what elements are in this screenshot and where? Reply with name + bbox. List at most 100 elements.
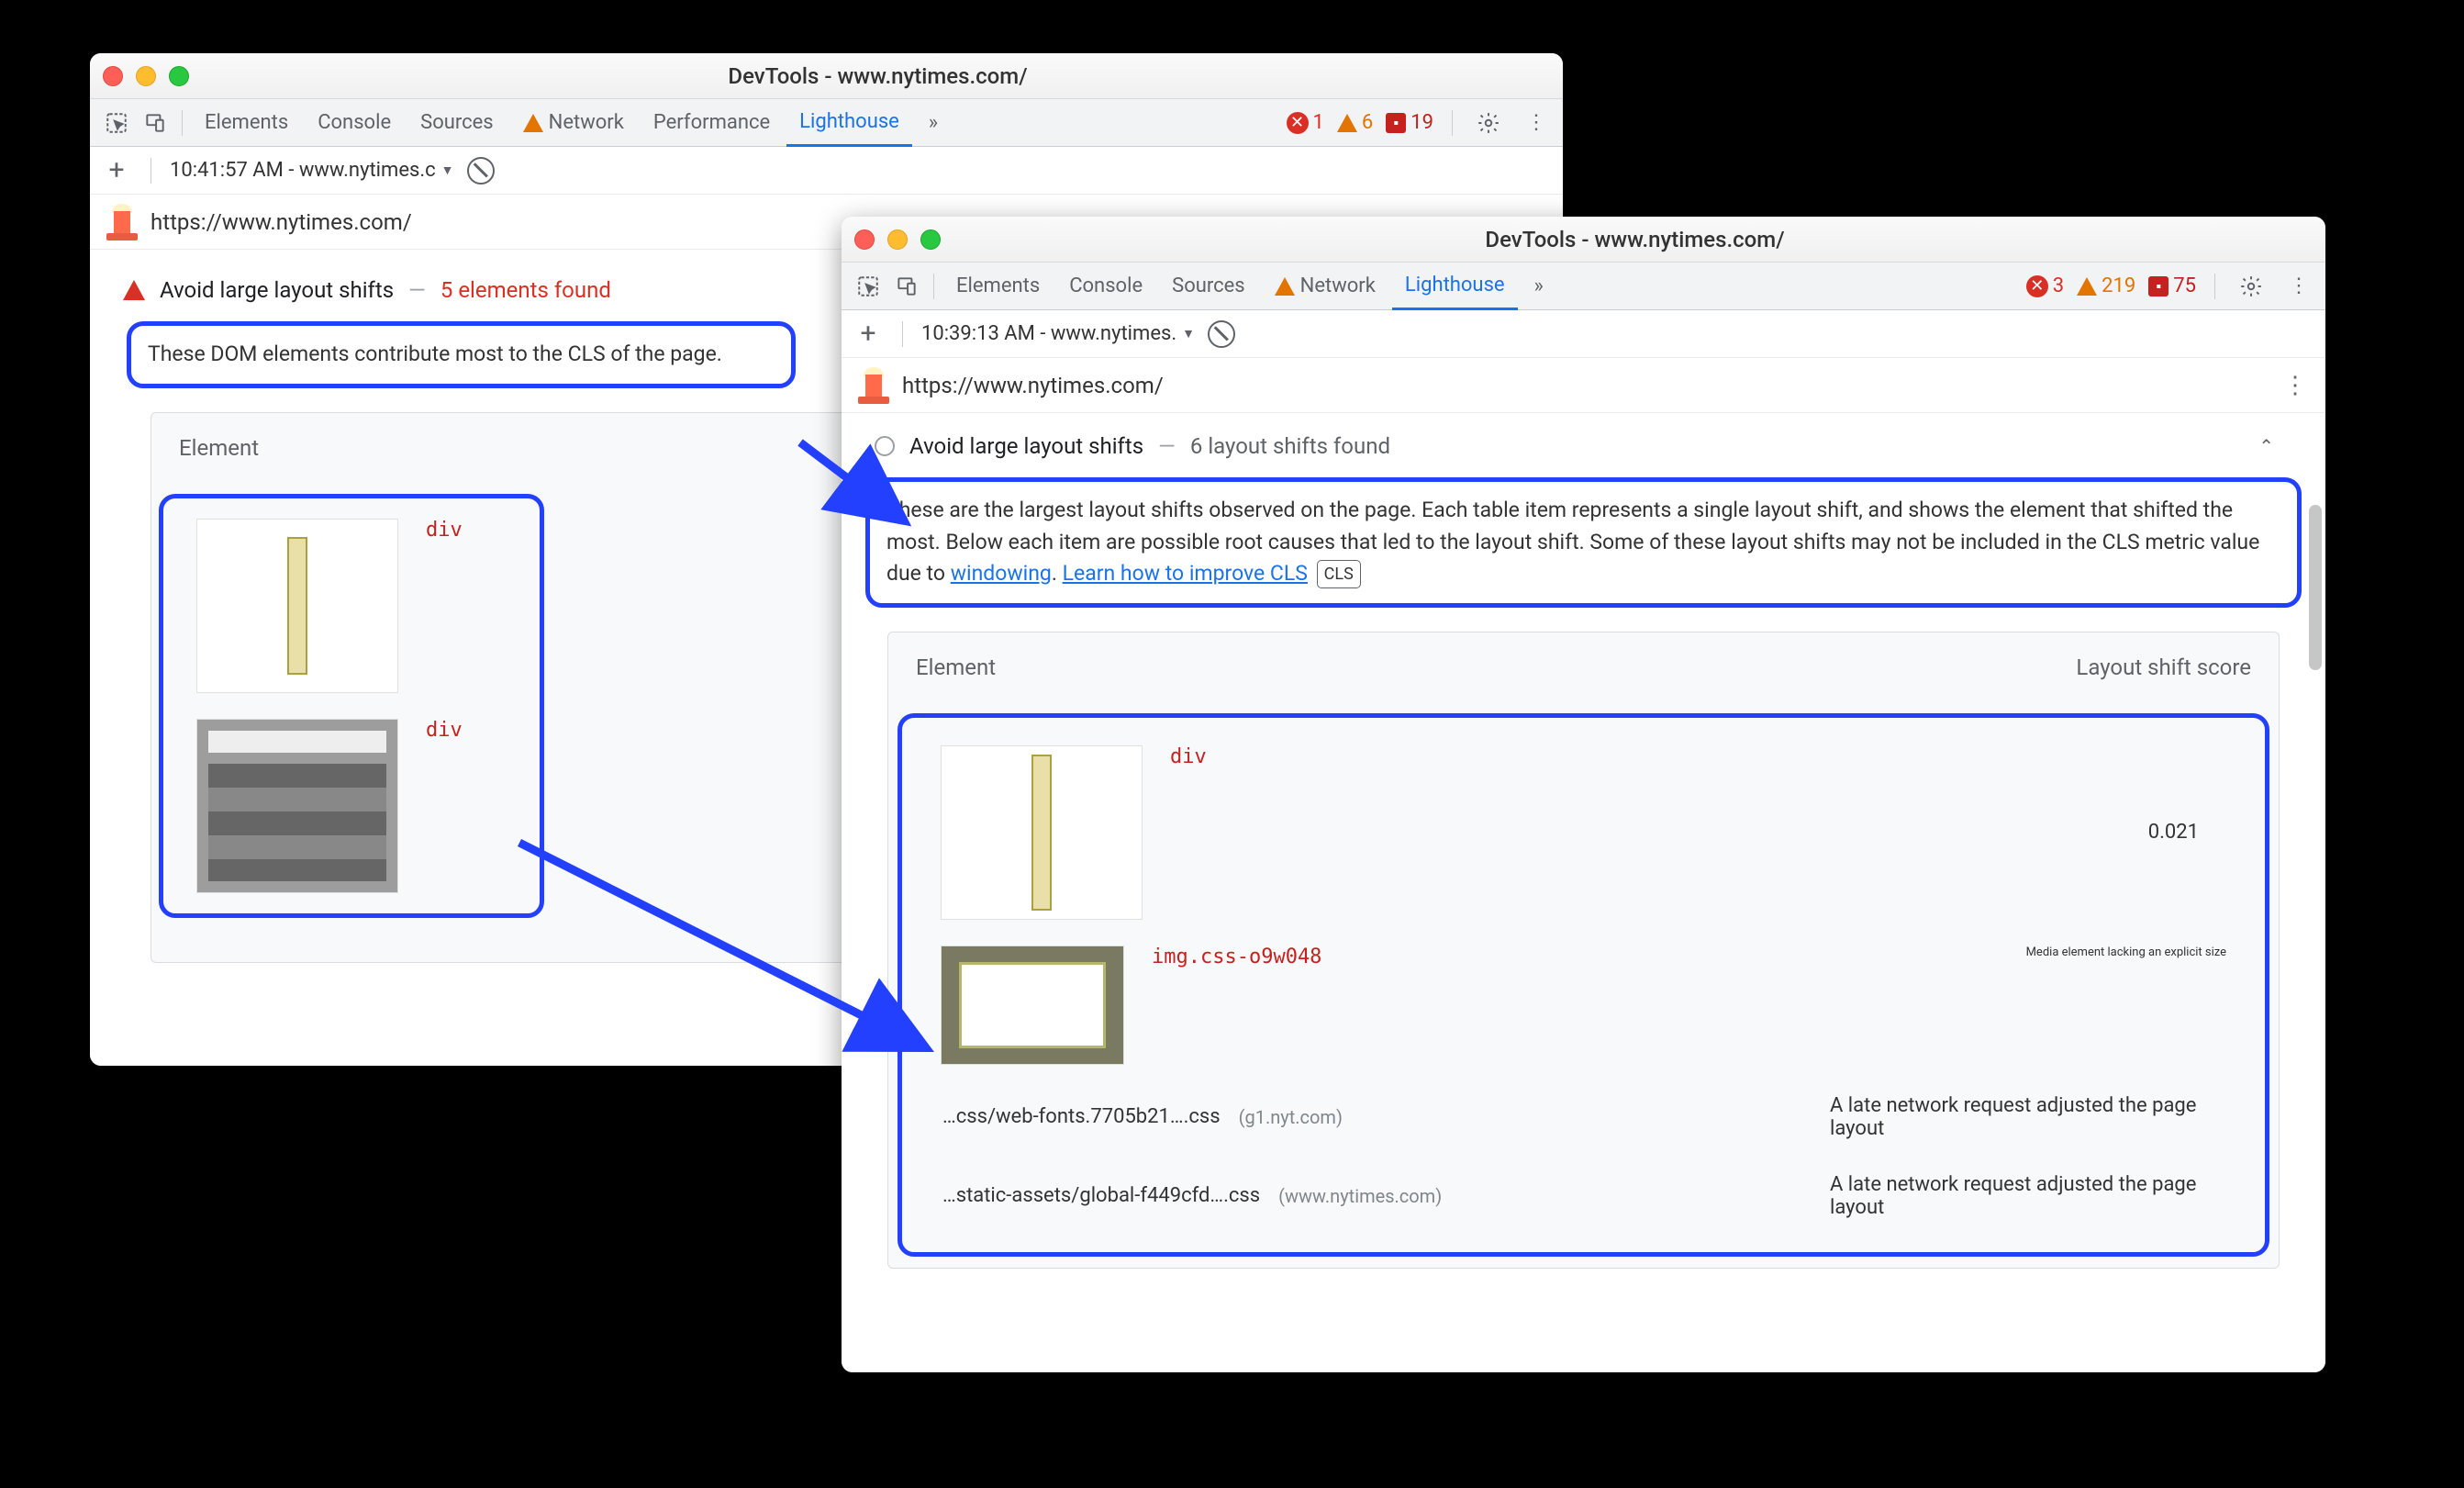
lighthouse-icon	[106, 204, 138, 241]
report-url: https://www.nytimes.com/	[902, 373, 1164, 398]
kebab-menu-icon[interactable]: ⋮	[1519, 106, 1554, 140]
elements-highlight-box: div 0.021 img.css-o9w048 Media element l…	[898, 713, 2269, 1257]
tab-label: Network	[549, 111, 624, 134]
report-body: Avoid large layout shifts — 6 layout shi…	[842, 413, 2325, 1372]
layout-shift-score: 0.021	[2148, 821, 2226, 844]
divider	[182, 110, 183, 136]
tab-sources[interactable]: Sources	[407, 99, 507, 147]
session-dropdown[interactable]: 10:41:57 AM - www.nytimes.c▼	[170, 159, 454, 182]
gear-icon[interactable]	[2234, 269, 2269, 304]
gear-icon[interactable]	[1471, 106, 1506, 140]
root-cause-row: …static-assets/global-f449cfd….css (www.…	[942, 1157, 2224, 1236]
audit-description-highlight: These are the largest layout shifts obse…	[865, 477, 2302, 608]
window-title: DevTools - www.nytimes.com/	[206, 63, 1550, 89]
window-title: DevTools - www.nytimes.com/	[957, 227, 2313, 252]
error-icon: ✕	[2026, 275, 2048, 297]
root-cause: Media element lacking an explicit size	[2026, 945, 2226, 959]
divider	[2214, 274, 2215, 299]
new-report-button[interactable]: +	[101, 155, 132, 186]
maximize-button[interactable]	[169, 66, 189, 86]
root-cause: A late network request adjusted the page…	[1830, 1173, 2224, 1219]
neutral-icon	[875, 436, 895, 456]
separator: —	[1158, 433, 1176, 459]
lighthouse-session-bar: + 10:41:57 AM - www.nytimes.c▼	[90, 147, 1563, 195]
warnings-count[interactable]: 6	[1337, 111, 1373, 134]
table-header: Element Layout shift score	[888, 632, 2279, 708]
learn-cls-link[interactable]: Learn how to improve CLS	[1063, 561, 1308, 586]
tab-network[interactable]: Network	[1262, 263, 1388, 310]
tab-console[interactable]: Console	[1056, 263, 1155, 310]
devtools-tabstrip: Elements Console Sources Network Perform…	[90, 99, 1563, 147]
status-counts: ✕3 219 ▪75 ⋮	[2026, 269, 2316, 304]
audit-description-highlight: These DOM elements contribute most to th…	[127, 321, 796, 388]
tab-performance[interactable]: Performance	[641, 99, 783, 147]
element-selector: img.css-o9w048	[1152, 945, 1321, 968]
table-row[interactable]: img.css-o9w048 Media element lacking an …	[915, 933, 2252, 1078]
audit-header[interactable]: Avoid large layout shifts — 6 layout shi…	[865, 413, 2302, 472]
col-element: Element	[916, 654, 996, 680]
inspect-icon[interactable]	[851, 269, 886, 304]
root-causes-list: …css/web-fonts.7705b21….css (g1.nyt.com)…	[915, 1078, 2252, 1245]
session-dropdown[interactable]: 10:39:13 AM - www.nytimes.▼	[921, 322, 1195, 345]
warning-icon	[1275, 277, 1295, 296]
tab-lighthouse[interactable]: Lighthouse	[1392, 263, 1518, 310]
inspect-icon[interactable]	[99, 106, 134, 140]
warnings-count[interactable]: 219	[2077, 274, 2135, 297]
element-selector: div	[426, 719, 463, 742]
clear-icon[interactable]	[467, 157, 495, 185]
device-toggle-icon[interactable]	[889, 269, 924, 304]
tab-console[interactable]: Console	[305, 99, 404, 147]
table-row[interactable]: div	[171, 706, 532, 906]
more-tabs-icon[interactable]: »	[916, 106, 951, 140]
report-url: https://www.nytimes.com/	[151, 209, 412, 235]
close-button[interactable]	[854, 229, 875, 250]
kebab-menu-icon[interactable]: ⋮	[2281, 269, 2316, 304]
file-name[interactable]: …static-assets/global-f449cfd….css	[942, 1184, 1260, 1207]
tab-label: Network	[1300, 274, 1376, 297]
root-cause: A late network request adjusted the page…	[1830, 1094, 2224, 1140]
divider	[902, 321, 903, 347]
col-score: Layout shift score	[2076, 654, 2251, 680]
scrollbar-thumb[interactable]	[2309, 505, 2322, 670]
file-host: (www.nytimes.com)	[1278, 1185, 1442, 1207]
titlebar: DevTools - www.nytimes.com/	[842, 217, 2325, 263]
audit-summary: 5 elements found	[440, 277, 611, 303]
windowing-link[interactable]: windowing	[951, 561, 1052, 586]
element-selector: div	[426, 519, 463, 542]
close-button[interactable]	[103, 66, 123, 86]
minimize-button[interactable]	[136, 66, 156, 86]
audit-title: Avoid large layout shifts	[909, 433, 1143, 459]
errors-count[interactable]: ✕1	[1287, 111, 1324, 134]
traffic-lights	[854, 229, 941, 250]
tab-sources[interactable]: Sources	[1159, 263, 1258, 310]
file-host: (g1.nyt.com)	[1239, 1106, 1343, 1128]
report-menu-icon[interactable]: ⋮	[2283, 372, 2309, 399]
chevron-up-icon[interactable]: ⌃	[2258, 435, 2302, 457]
tab-elements[interactable]: Elements	[192, 99, 301, 147]
tab-elements[interactable]: Elements	[943, 263, 1053, 310]
audit-title: Avoid large layout shifts	[160, 277, 394, 303]
errors-count[interactable]: ✕3	[2026, 274, 2064, 297]
more-tabs-icon[interactable]: »	[1522, 269, 1556, 304]
lighthouse-icon	[858, 367, 889, 404]
table-row[interactable]: div	[171, 506, 532, 706]
minimize-button[interactable]	[887, 229, 908, 250]
root-cause-row: …css/web-fonts.7705b21….css (g1.nyt.com)…	[942, 1078, 2224, 1157]
titlebar: DevTools - www.nytimes.com/	[90, 53, 1563, 99]
table-row[interactable]: div 0.021	[915, 733, 2252, 933]
issue-icon: ▪	[2148, 276, 2169, 296]
tab-network[interactable]: Network	[510, 99, 637, 147]
audit-summary: 6 layout shifts found	[1190, 433, 1390, 459]
description-text: These DOM elements contribute most to th…	[148, 341, 722, 366]
clear-icon[interactable]	[1208, 320, 1235, 348]
file-name[interactable]: …css/web-fonts.7705b21….css	[942, 1105, 1221, 1128]
element-screenshot	[196, 719, 398, 893]
elements-highlight-box: div div	[159, 494, 544, 918]
new-report-button[interactable]: +	[853, 319, 884, 350]
issues-count[interactable]: ▪19	[1386, 111, 1433, 134]
device-toggle-icon[interactable]	[138, 106, 173, 140]
issues-count[interactable]: ▪75	[2148, 274, 2196, 297]
maximize-button[interactable]	[920, 229, 941, 250]
element-screenshot	[941, 745, 1143, 920]
tab-lighthouse[interactable]: Lighthouse	[786, 99, 912, 147]
